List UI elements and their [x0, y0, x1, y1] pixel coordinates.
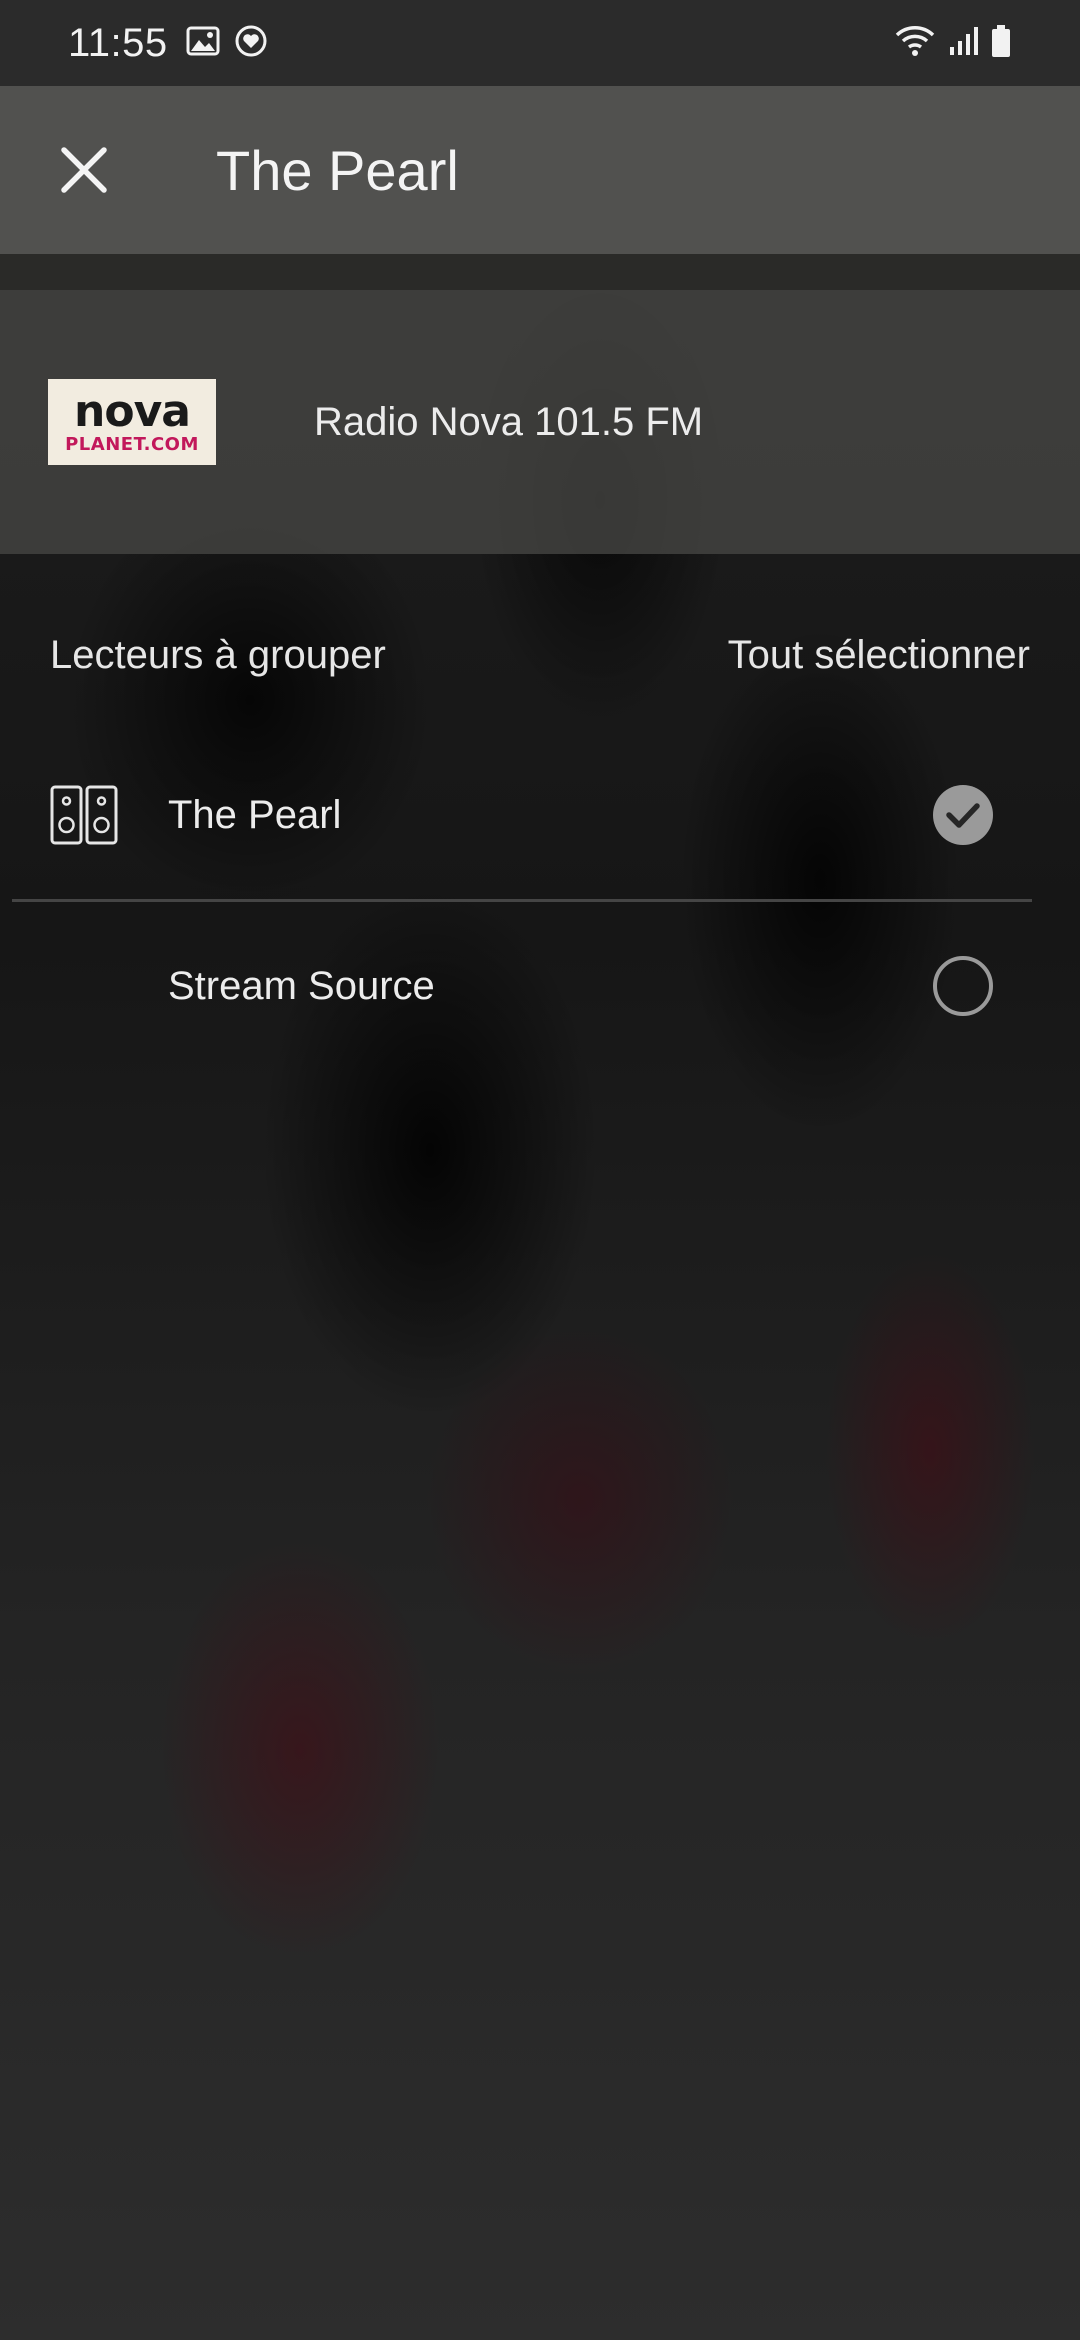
section-title: Lecteurs à grouper — [50, 632, 386, 677]
signal-icon — [948, 25, 978, 62]
logo-text-top: nova — [74, 386, 191, 437]
list-divider — [12, 899, 1032, 902]
page-title: The Pearl — [216, 138, 459, 202]
player-row-the-pearl[interactable]: The Pearl — [0, 735, 1080, 895]
status-time: 11:55 — [68, 20, 168, 65]
station-card: nova PLANET.COM Radio Nova 101.5 FM — [0, 290, 1080, 554]
close-button[interactable] — [0, 86, 168, 254]
image-icon — [186, 26, 220, 61]
wifi-icon — [894, 24, 936, 63]
checkbox-checked-icon[interactable] — [932, 784, 994, 846]
player-name: Stream Source — [168, 963, 435, 1008]
speakers-icon — [50, 785, 118, 845]
status-bar: 11:55 — [0, 0, 1080, 86]
player-name: The Pearl — [168, 792, 342, 837]
group-section-header: Lecteurs à grouper Tout sélectionner — [0, 600, 1080, 710]
header-separator — [0, 254, 1080, 290]
heart-circle-icon — [234, 24, 268, 63]
station-name: Radio Nova 101.5 FM — [314, 399, 704, 444]
battery-icon — [990, 24, 1012, 63]
close-icon — [61, 147, 107, 193]
select-all-button[interactable]: Tout sélectionner — [728, 633, 1030, 678]
checkbox-unchecked-icon[interactable] — [932, 955, 994, 1017]
app-bar: The Pearl — [0, 86, 1080, 254]
player-row-stream-source[interactable]: Stream Source — [0, 906, 1080, 1066]
station-logo: nova PLANET.COM — [48, 379, 216, 465]
logo-text-bottom: PLANET.COM — [65, 434, 199, 455]
